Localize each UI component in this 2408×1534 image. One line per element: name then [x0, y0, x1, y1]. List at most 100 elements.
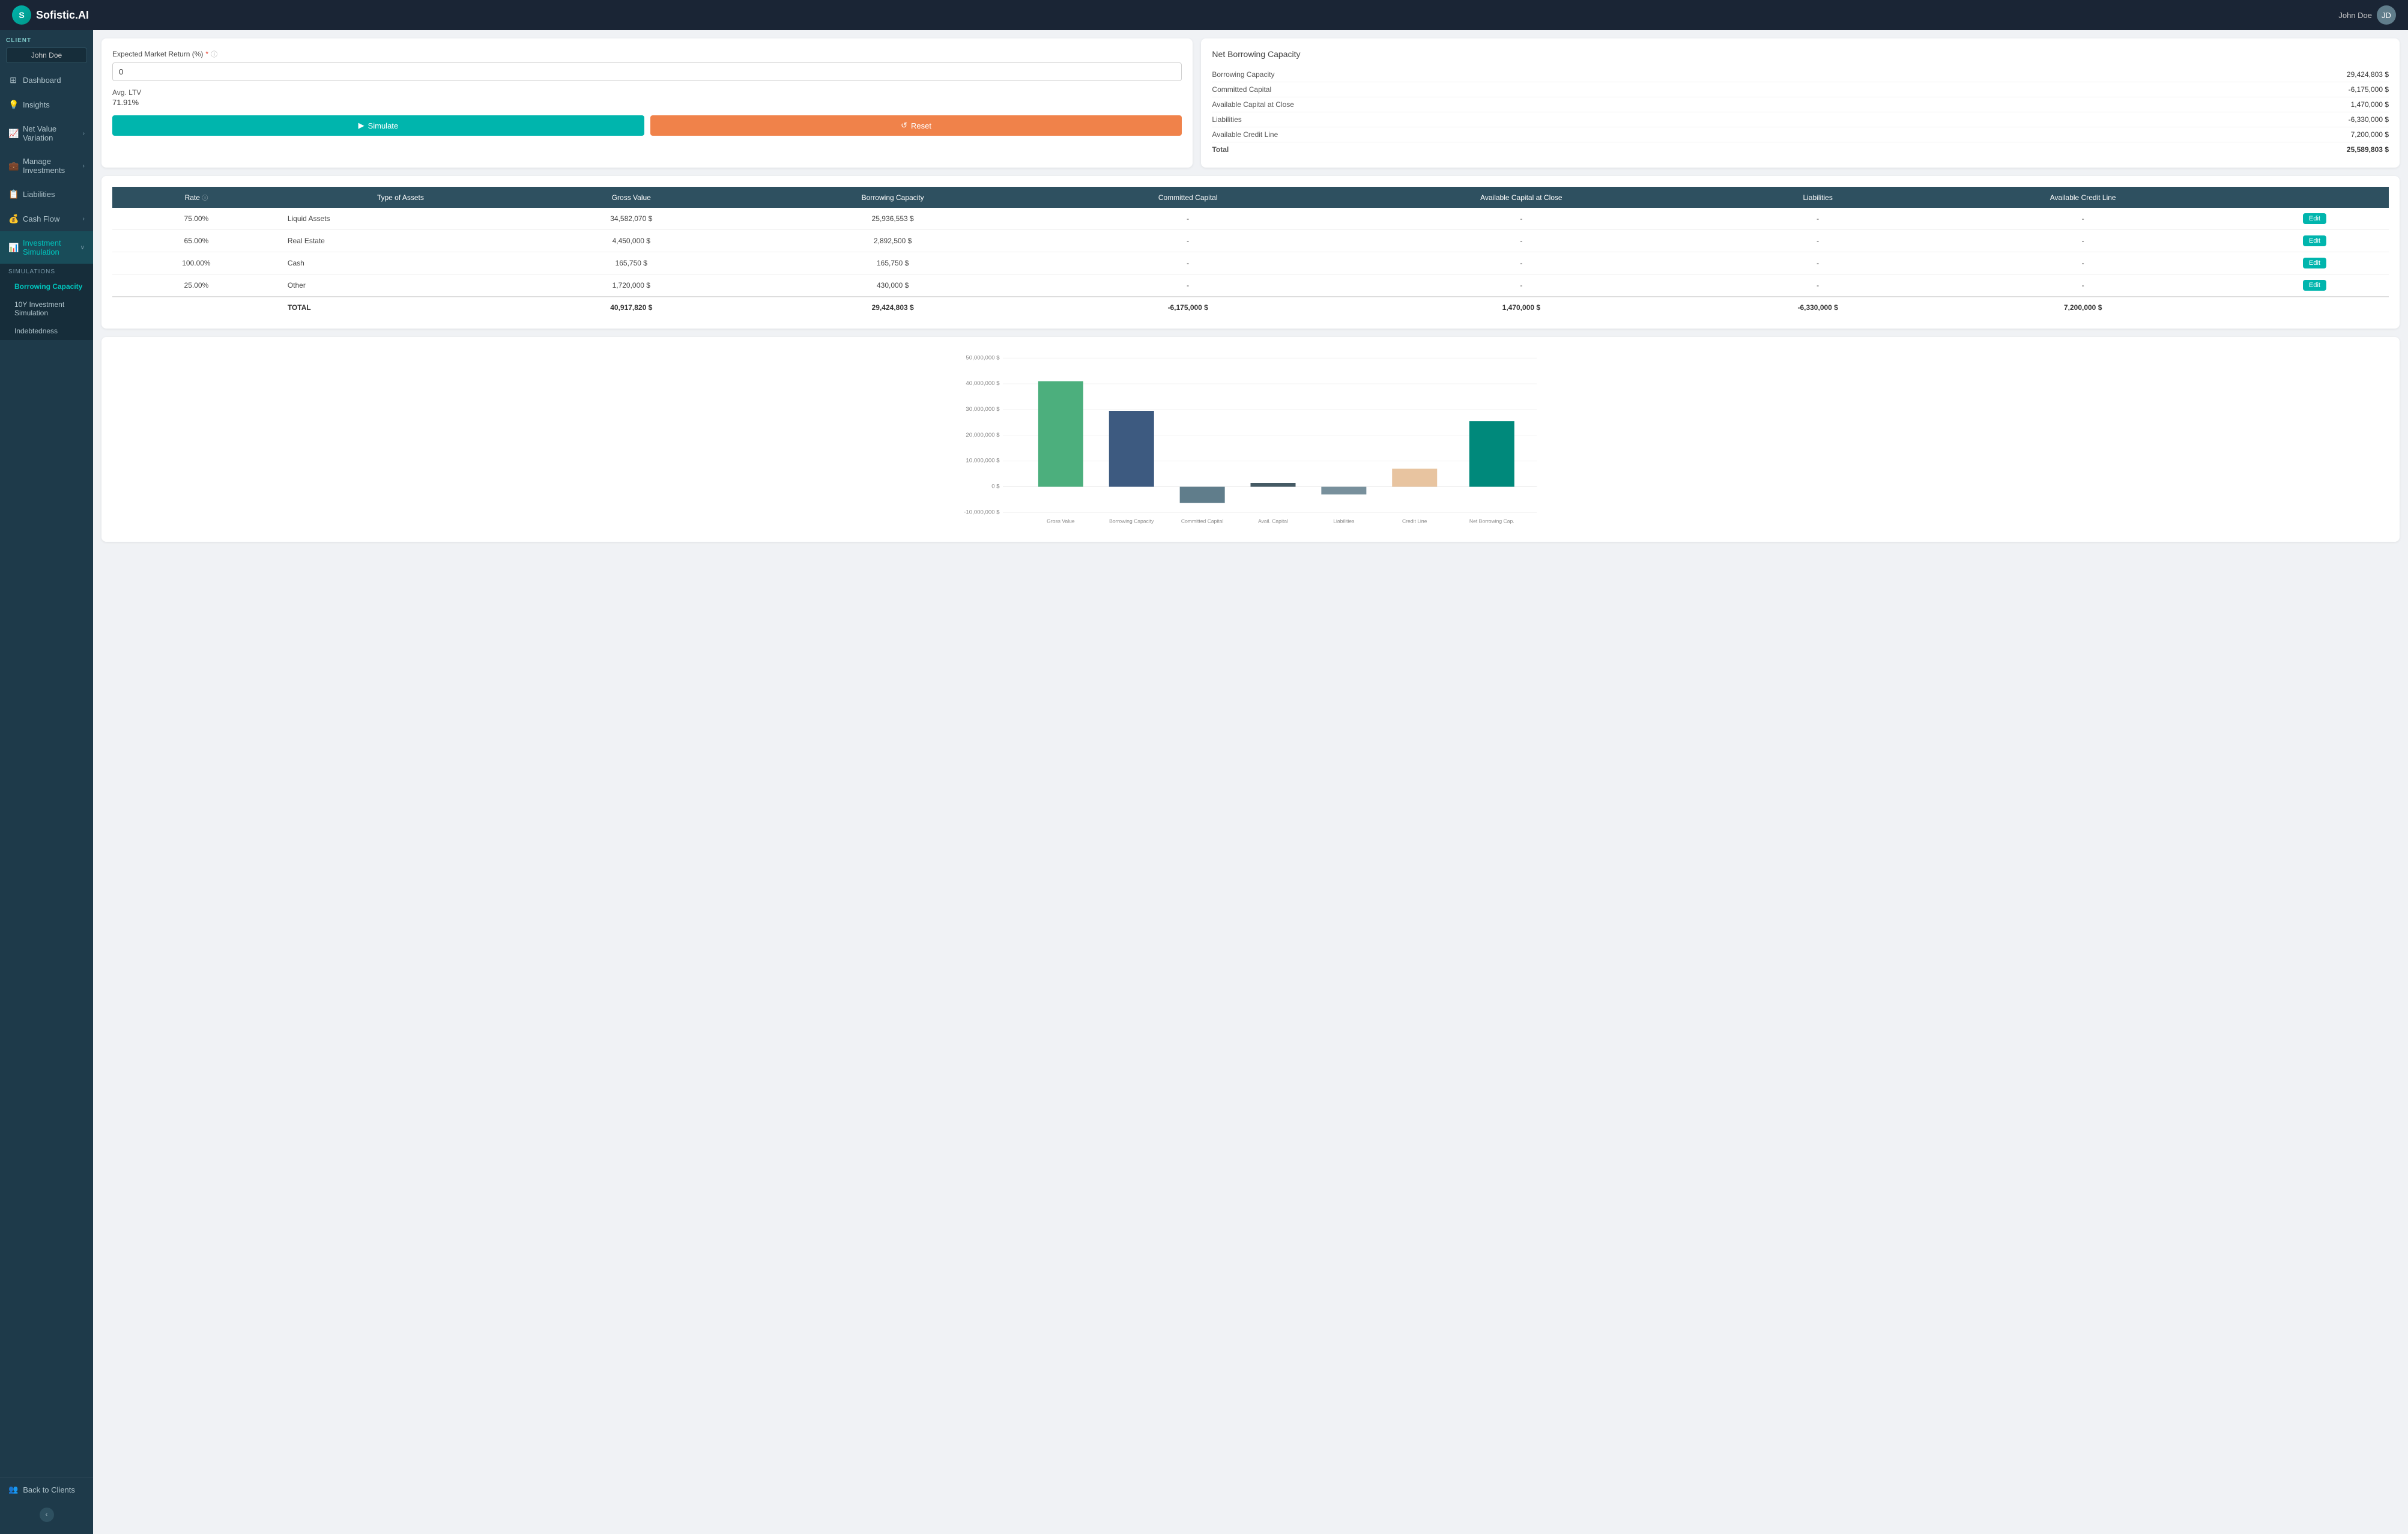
- submenu-indebtedness[interactable]: Indebtedness: [0, 322, 93, 340]
- cell-borrowing: 2,892,500 $: [742, 230, 1044, 252]
- sidebar: CLIENT John Doe ⊞ Dashboard 💡 Insights 📈…: [0, 30, 93, 1534]
- cell-avail-close: -: [1333, 252, 1710, 274]
- table-row: 25.00% Other 1,720,000 $ 430,000 $ - - -…: [112, 274, 2389, 297]
- action-buttons: ▶ Simulate ↺ Reset: [112, 115, 1182, 136]
- cell-avail-close: -: [1333, 274, 1710, 297]
- table-body: 75.00% Liquid Assets 34,582,070 $ 25,936…: [112, 208, 2389, 297]
- dashboard-icon: ⊞: [8, 75, 18, 85]
- bc-row-label: Available Credit Line: [1212, 130, 1278, 139]
- edit-button[interactable]: Edit: [2303, 280, 2326, 291]
- svg-text:0 $: 0 $: [991, 484, 1000, 490]
- simulation-form-card: Expected Market Return (%) * ⓘ Avg. LTV …: [101, 38, 1193, 168]
- cell-liabilities: -: [1710, 230, 1925, 252]
- cell-borrowing: 25,936,553 $: [742, 208, 1044, 230]
- cell-gross: 165,750 $: [521, 252, 742, 274]
- bar-committed-capital: [1180, 487, 1225, 503]
- bc-row-label: Total: [1212, 145, 1229, 154]
- table-row: 65.00% Real Estate 4,450,000 $ 2,892,500…: [112, 230, 2389, 252]
- svg-text:Borrowing Capacity: Borrowing Capacity: [1109, 518, 1154, 524]
- client-label: CLIENT: [6, 37, 87, 44]
- cell-credit-line: -: [1925, 208, 2240, 230]
- sidebar-item-manage-investments[interactable]: 💼 Manage Investments ›: [0, 150, 93, 182]
- sidebar-item-net-value[interactable]: 📈 Net Value Variation ›: [0, 117, 93, 150]
- col-gross: Gross Value: [521, 187, 742, 208]
- cell-edit[interactable]: Edit: [2240, 274, 2389, 297]
- client-selector[interactable]: John Doe: [6, 47, 87, 63]
- svg-text:30,000,000 $: 30,000,000 $: [966, 406, 1000, 413]
- col-liabilities: Liabilities: [1710, 187, 1925, 208]
- user-menu[interactable]: John Doe JD: [2338, 5, 2396, 25]
- sidebar-label-dashboard: Dashboard: [23, 76, 61, 85]
- bc-row: Liabilities -6,330,000 $: [1212, 112, 2389, 127]
- cell-credit-line: -: [1925, 252, 2240, 274]
- table-total-row: TOTAL 40,917,820 $ 29,424,803 $ -6,175,0…: [112, 297, 2389, 318]
- bc-row-label: Available Capital at Close: [1212, 100, 1294, 109]
- play-icon: ▶: [358, 121, 365, 130]
- brand: S Sofistic.AI: [12, 5, 89, 25]
- sidebar-item-liabilities[interactable]: 📋 Liabilities: [0, 182, 93, 207]
- bc-row: Borrowing Capacity 29,424,803 $: [1212, 67, 2389, 82]
- user-name: John Doe: [2338, 11, 2372, 20]
- bc-row-label: Borrowing Capacity: [1212, 70, 1274, 79]
- svg-text:-10,000,000 $: -10,000,000 $: [964, 509, 1000, 515]
- svg-text:Committed Capital: Committed Capital: [1181, 518, 1224, 524]
- edit-button[interactable]: Edit: [2303, 235, 2326, 246]
- total-committed: -6,175,000 $: [1044, 297, 1333, 318]
- assets-table: Rate ⓘ Type of Assets Gross Value Borrow…: [112, 187, 2389, 318]
- manage-investments-icon: 💼: [8, 161, 18, 171]
- col-actions: [2240, 187, 2389, 208]
- sidebar-collapse-button[interactable]: ‹: [40, 1508, 54, 1522]
- simulate-button[interactable]: ▶ Simulate: [112, 115, 644, 136]
- net-borrowing-capacity-card: Net Borrowing Capacity Borrowing Capacit…: [1201, 38, 2400, 168]
- cell-edit[interactable]: Edit: [2240, 208, 2389, 230]
- cell-avail-close: -: [1333, 230, 1710, 252]
- cell-edit[interactable]: Edit: [2240, 252, 2389, 274]
- col-borrowing: Borrowing Capacity: [742, 187, 1044, 208]
- total-borrowing: 29,424,803 $: [742, 297, 1044, 318]
- total-label-text: TOTAL: [280, 297, 521, 318]
- bar-gross-value: [1038, 381, 1083, 487]
- svg-text:50,000,000 $: 50,000,000 $: [966, 354, 1000, 361]
- cell-credit-line: -: [1925, 230, 2240, 252]
- submenu-10y-investment[interactable]: 10Y Investment Simulation: [0, 296, 93, 322]
- cell-committed: -: [1044, 274, 1333, 297]
- total-credit-line: 7,200,000 $: [1925, 297, 2240, 318]
- cell-rate: 100.00%: [112, 252, 280, 274]
- expected-market-return-label: Expected Market Return (%) * ⓘ: [112, 49, 1182, 59]
- cell-type: Other: [280, 274, 521, 297]
- net-value-icon: 📈: [8, 129, 18, 139]
- col-credit-line: Available Credit Line: [1925, 187, 2240, 208]
- sidebar-item-dashboard[interactable]: ⊞ Dashboard: [0, 68, 93, 92]
- back-icon: 👥: [8, 1485, 18, 1494]
- cell-rate: 75.00%: [112, 208, 280, 230]
- cell-type: Real Estate: [280, 230, 521, 252]
- sidebar-label-manage-investments: Manage Investments: [23, 157, 83, 175]
- reset-button[interactable]: ↺ Reset: [650, 115, 1182, 136]
- required-marker: *: [205, 50, 208, 58]
- cell-rate: 65.00%: [112, 230, 280, 252]
- back-to-clients[interactable]: 👥 Back to Clients: [0, 1477, 93, 1502]
- cell-edit[interactable]: Edit: [2240, 230, 2389, 252]
- bar-borrowing-capacity: [1109, 411, 1154, 487]
- help-icon[interactable]: ⓘ: [211, 49, 217, 59]
- total-liabilities: -6,330,000 $: [1710, 297, 1925, 318]
- cell-gross: 1,720,000 $: [521, 274, 742, 297]
- cell-type: Cash: [280, 252, 521, 274]
- cell-liabilities: -: [1710, 252, 1925, 274]
- net-borrowing-capacity-title: Net Borrowing Capacity: [1212, 49, 2389, 59]
- assets-table-card: Rate ⓘ Type of Assets Gross Value Borrow…: [101, 176, 2400, 329]
- liabilities-icon: 📋: [8, 189, 18, 199]
- svg-text:20,000,000 $: 20,000,000 $: [966, 432, 1000, 438]
- edit-button[interactable]: Edit: [2303, 213, 2326, 224]
- expected-market-return-input[interactable]: [112, 62, 1182, 81]
- sidebar-item-insights[interactable]: 💡 Insights: [0, 92, 93, 117]
- svg-text:10,000,000 $: 10,000,000 $: [966, 458, 1000, 464]
- sidebar-item-investment-simulation[interactable]: 📊 Investment Simulation ∨: [0, 231, 93, 264]
- edit-button[interactable]: Edit: [2303, 258, 2326, 268]
- sidebar-item-cash-flow[interactable]: 💰 Cash Flow ›: [0, 207, 93, 231]
- submenu-borrowing-capacity[interactable]: Borrowing Capacity: [0, 277, 93, 296]
- investment-simulation-icon: 📊: [8, 243, 18, 253]
- bar-chart: 50,000,000 $ 40,000,000 $ 30,000,000 $ 2…: [112, 348, 2389, 528]
- bar-avail-close-pos: [1251, 483, 1296, 487]
- chevron-right-icon-3: ›: [83, 216, 85, 222]
